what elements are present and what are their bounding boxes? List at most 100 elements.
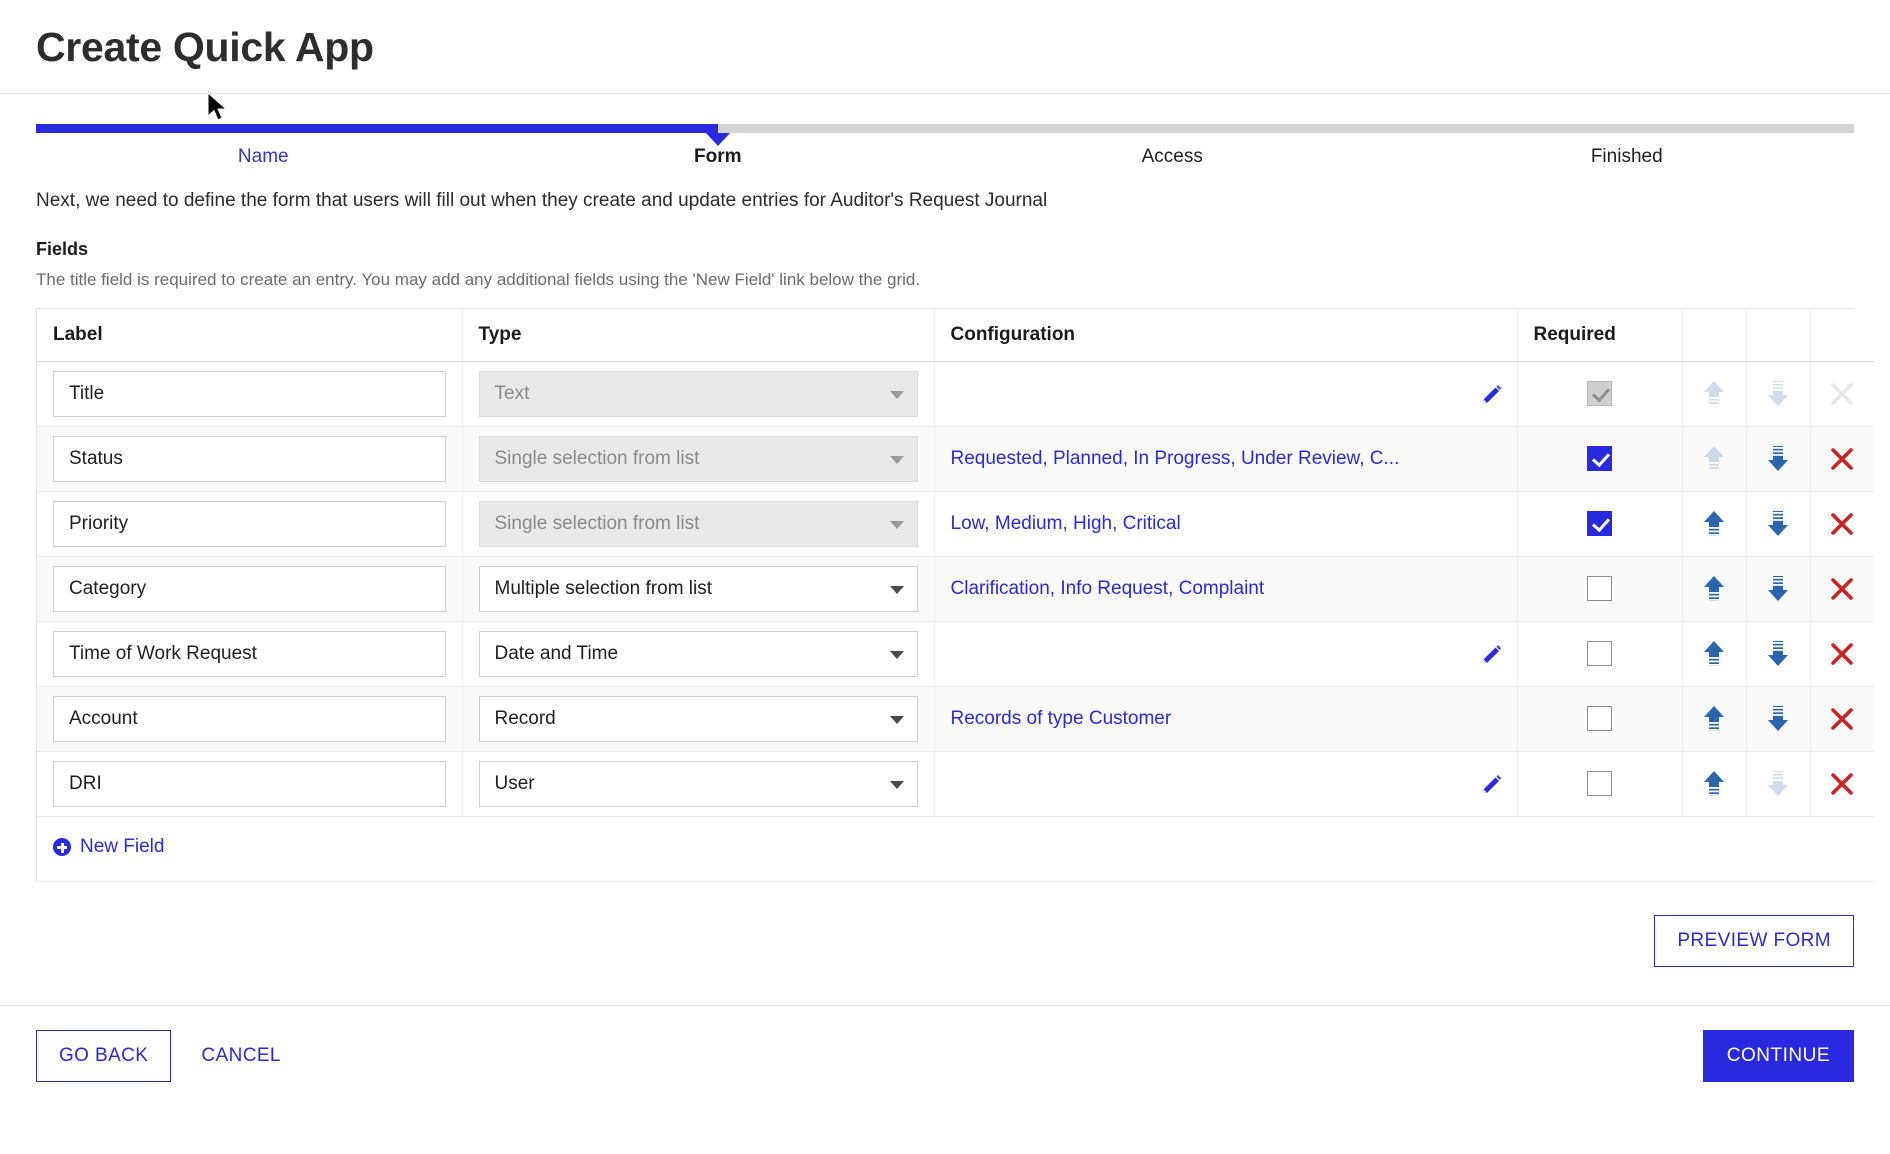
move-down-icon[interactable] — [1765, 444, 1791, 474]
move-up-cell — [1682, 751, 1747, 817]
stepper-step-finished[interactable]: Finished — [1400, 146, 1855, 168]
continue-button[interactable]: CONTINUE — [1702, 1029, 1854, 1082]
delete-row-cell — [1810, 556, 1874, 622]
move-up-icon[interactable] — [1701, 639, 1727, 669]
field-label-input[interactable] — [53, 565, 446, 612]
field-label-input[interactable] — [53, 695, 446, 742]
field-configuration-cell: Low, Medium, High, Critical — [934, 491, 1518, 557]
field-type-value: User — [494, 772, 535, 794]
field-label-cell — [37, 751, 463, 817]
chevron-down-icon — [889, 585, 904, 594]
mouse-cursor — [207, 92, 228, 121]
move-up-icon — [1704, 445, 1724, 471]
field-required-cell — [1517, 491, 1683, 557]
field-type-value: Text — [494, 382, 530, 404]
delete-row-cell — [1810, 491, 1874, 557]
field-type-select: Single selection from list — [478, 435, 918, 482]
field-label-input[interactable] — [53, 435, 446, 482]
cancel-button[interactable]: CANCEL — [197, 1039, 284, 1073]
chevron-down-icon — [889, 520, 904, 529]
delete-row-icon[interactable] — [1829, 446, 1855, 472]
move-up-icon[interactable] — [1701, 574, 1727, 604]
intro-text: Next, we need to define the form that us… — [36, 190, 1048, 212]
field-type-select: Text — [478, 370, 918, 417]
move-up-cell — [1682, 621, 1747, 687]
stepper-step-access[interactable]: Access — [945, 146, 1400, 168]
plus-circle-icon — [53, 838, 71, 857]
delete-row-icon — [1831, 382, 1854, 405]
field-type-select[interactable]: User — [478, 760, 918, 807]
delete-row-icon[interactable] — [1829, 771, 1855, 797]
required-checkbox[interactable] — [1587, 706, 1612, 732]
edit-configuration-icon[interactable] — [1481, 643, 1503, 665]
grid-header-row: Label Type Configuration Required — [37, 309, 1874, 362]
move-down-icon[interactable] — [1765, 574, 1791, 604]
move-up-cell — [1682, 426, 1747, 492]
field-type-value: Single selection from list — [494, 512, 700, 534]
delete-row-cell — [1810, 751, 1874, 817]
move-up-cell — [1682, 556, 1747, 622]
field-label-cell — [37, 621, 463, 687]
delete-row-icon[interactable] — [1829, 641, 1855, 667]
table-row: User — [37, 751, 1874, 817]
field-label-input[interactable] — [53, 500, 446, 547]
required-checkbox[interactable] — [1587, 771, 1612, 797]
go-back-button[interactable]: GO BACK — [36, 1029, 172, 1082]
field-type-select[interactable]: Record — [478, 695, 918, 742]
stepper-step-label: Name — [237, 146, 289, 168]
required-checkbox[interactable] — [1587, 446, 1612, 472]
required-checkbox[interactable] — [1587, 511, 1612, 537]
stepper-step-form[interactable]: Form — [491, 146, 946, 168]
field-label-cell — [37, 686, 463, 752]
field-label-input[interactable] — [53, 630, 446, 677]
edit-configuration-icon[interactable] — [1481, 383, 1503, 405]
field-type-select[interactable]: Date and Time — [478, 630, 918, 677]
field-configuration-link[interactable]: Clarification, Info Request, Complaint — [951, 578, 1501, 600]
field-label-cell — [37, 491, 463, 557]
grid-col-configuration: Configuration — [934, 309, 1518, 362]
field-configuration-link[interactable]: Requested, Planned, In Progress, Under R… — [951, 448, 1501, 470]
stepper-track — [36, 124, 1854, 147]
header-divider — [0, 93, 1890, 95]
required-checkbox[interactable] — [1587, 576, 1612, 602]
delete-row-icon[interactable] — [1829, 576, 1855, 602]
move-down-cell — [1746, 556, 1811, 622]
fields-subtext: The title field is required to create an… — [36, 270, 921, 290]
move-up-cell — [1682, 361, 1747, 427]
chevron-down-icon — [889, 715, 904, 724]
edit-configuration-icon[interactable] — [1481, 773, 1503, 795]
move-down-icon[interactable] — [1765, 639, 1791, 669]
move-down-icon[interactable] — [1765, 509, 1791, 539]
field-type-cell: Text — [462, 361, 935, 427]
required-checkbox[interactable] — [1587, 641, 1612, 667]
stepper-step-label: Access — [1141, 146, 1203, 168]
stepper-step-label: Finished — [1590, 146, 1663, 168]
new-field-row: New Field — [37, 816, 1874, 882]
field-configuration-cell — [934, 621, 1518, 687]
field-type-cell: Single selection from list — [462, 491, 935, 557]
field-label-input[interactable] — [53, 370, 446, 417]
stepper-step-name[interactable]: Name — [36, 146, 491, 168]
move-up-icon[interactable] — [1701, 704, 1727, 734]
move-up-icon[interactable] — [1701, 509, 1727, 539]
move-down-cell — [1746, 491, 1811, 557]
field-label-input[interactable] — [53, 760, 446, 807]
footer-divider — [0, 1004, 1890, 1006]
preview-form-button[interactable]: PREVIEW FORM — [1654, 914, 1854, 967]
move-up-cell — [1682, 686, 1747, 752]
field-configuration-link[interactable]: Low, Medium, High, Critical — [951, 513, 1501, 535]
stepper-step-label: Form — [694, 146, 742, 168]
delete-row-icon[interactable] — [1829, 511, 1855, 537]
field-configuration-cell — [934, 751, 1518, 817]
grid-col-actions-6 — [1810, 309, 1874, 362]
new-field-link[interactable]: New Field — [53, 836, 164, 858]
delete-row-cell — [1810, 361, 1874, 427]
move-down-icon[interactable] — [1765, 704, 1791, 734]
field-required-cell — [1517, 556, 1683, 622]
field-configuration-link[interactable]: Records of type Customer — [951, 708, 1501, 730]
grid-col-required: Required — [1517, 309, 1683, 362]
field-type-cell: User — [462, 751, 935, 817]
field-type-select[interactable]: Multiple selection from list — [478, 565, 918, 612]
move-up-icon[interactable] — [1701, 769, 1727, 799]
delete-row-icon[interactable] — [1829, 706, 1855, 732]
